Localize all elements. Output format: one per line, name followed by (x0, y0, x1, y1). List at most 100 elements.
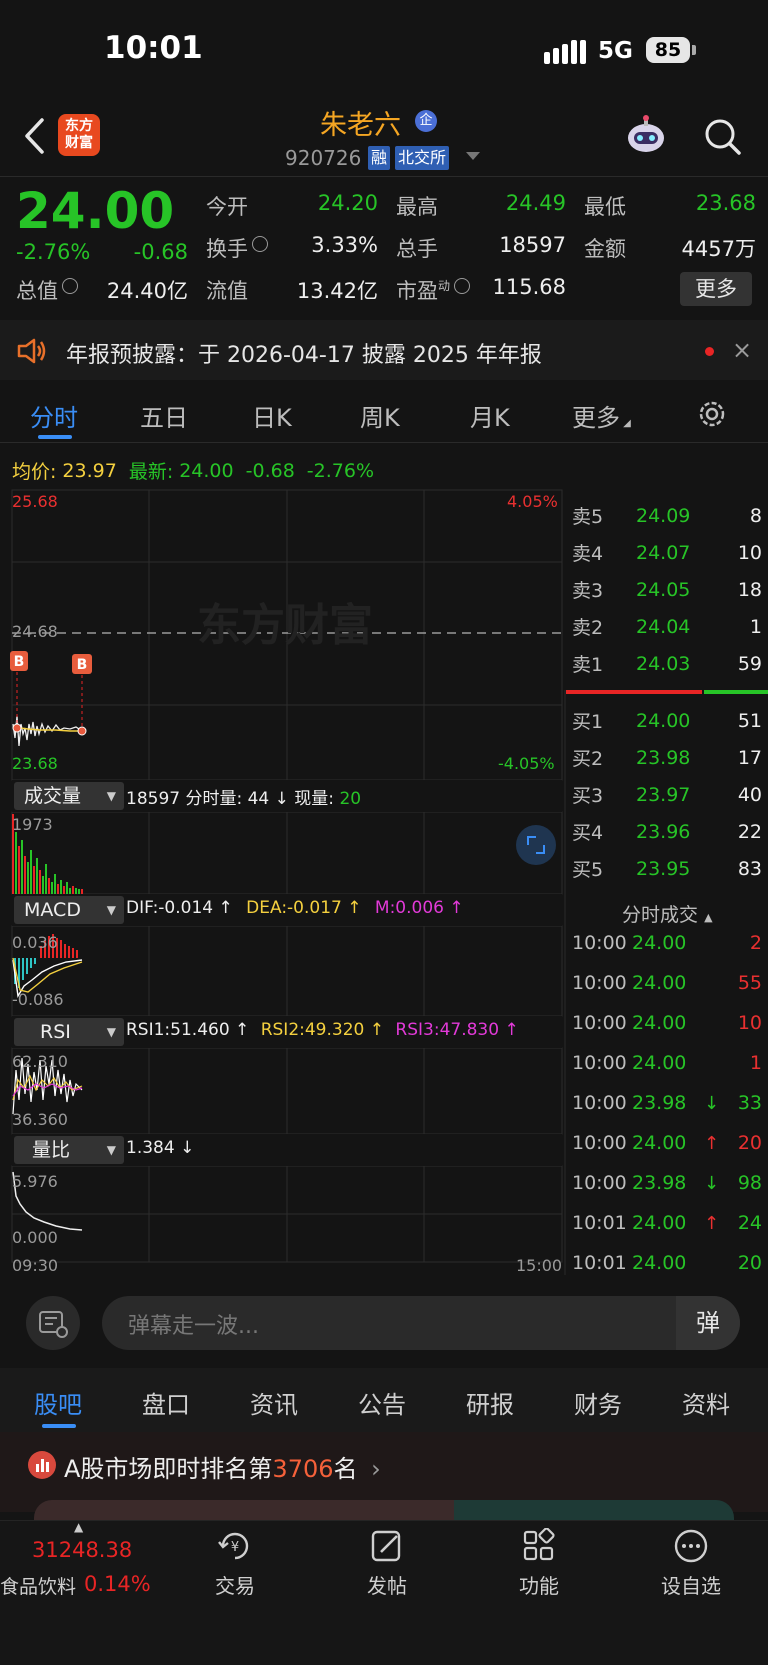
rsi-indicator-select[interactable]: RSI ▼ (14, 1018, 124, 1046)
bid-level-volume: 51 (737, 709, 762, 732)
tick-price: 24.00 (632, 1252, 687, 1274)
avg-label: 均价: (12, 461, 57, 483)
quote-stat-label: 换手 (206, 233, 268, 263)
fullscreen-icon[interactable] (516, 825, 556, 865)
now-volume: 20 (339, 789, 362, 809)
ask-level-row[interactable]: 卖2 24.04 1 (572, 613, 762, 640)
latest-label: 最新: (128, 461, 174, 483)
bid-level-row[interactable]: 买2 23.98 17 (572, 744, 762, 771)
nav-trade[interactable]: ¥ 交易 (190, 1528, 280, 1599)
tick-row: 10:01 24.00 20 (572, 1252, 762, 1274)
ratio-select-label: 量比 (32, 1139, 71, 1161)
nav-watchlist[interactable]: 设自选 (646, 1528, 736, 1599)
tab-finance[interactable]: 财务 (574, 1385, 622, 1420)
more-dots-icon (674, 1529, 708, 1563)
tab-monthly-k[interactable]: 月K (470, 398, 510, 433)
caret-down-icon: ▼ (106, 1143, 116, 1157)
quote-stat-value: 18597 (499, 233, 566, 257)
tick-price: 24.00 (632, 1052, 687, 1074)
latest-pct: -2.76% (306, 459, 375, 482)
tab-profile[interactable]: 资料 (682, 1385, 730, 1420)
app-logo[interactable]: 东方 财富 (58, 114, 100, 156)
nav-functions[interactable]: 功能 (494, 1528, 584, 1599)
quote-stat-value: 13.42亿 (296, 279, 378, 303)
buy-point-dot (12, 723, 22, 733)
sector-index-name[interactable]: 食品饮料 (0, 1572, 76, 1599)
tick-price: 23.98 (632, 1092, 687, 1114)
search-icon[interactable] (702, 116, 742, 156)
ticks-title[interactable]: 分时成交 ▲ (622, 900, 713, 927)
buy-point-dot (77, 726, 87, 736)
sector-index-value[interactable]: 31248.38 (32, 1538, 132, 1562)
caret-down-icon: ▼ (106, 789, 116, 803)
ask-level-row[interactable]: 卖5 24.09 8 (572, 502, 762, 529)
tab-research[interactable]: 研报 (466, 1385, 514, 1420)
tick-time: 10:01 (572, 1212, 627, 1234)
danmu-send-button[interactable]: 弹 (676, 1296, 740, 1350)
sector-index-pct[interactable]: 0.14% (84, 1572, 151, 1596)
tab-daily-k[interactable]: 日K (252, 398, 292, 433)
more-quote-button[interactable]: 更多 (680, 272, 752, 306)
volume-axis-max: 1973 (12, 815, 53, 834)
ask-level-label: 卖2 (572, 617, 604, 639)
close-icon[interactable]: × (732, 336, 752, 364)
tab-news[interactable]: 资讯 (250, 1385, 298, 1420)
header-divider (0, 176, 768, 177)
time-axis-start: 09:30 (12, 1256, 59, 1275)
bid-level-row[interactable]: 买3 23.97 40 (572, 781, 762, 808)
ask-level-label: 卖4 (572, 543, 604, 565)
info-icon[interactable] (62, 278, 78, 294)
enterprise-badge: 企 (415, 110, 437, 132)
logo-line-1: 东方 (65, 118, 93, 134)
info-icon[interactable] (252, 236, 268, 252)
back-arrow-icon[interactable] (22, 116, 48, 156)
speaker-icon (17, 338, 46, 364)
bid-level-row[interactable]: 买1 24.00 51 (572, 707, 762, 734)
robot-assistant-icon[interactable] (624, 114, 668, 158)
tick-price: 24.00 (632, 1212, 687, 1234)
ask-level-row[interactable]: 卖3 24.05 18 (572, 576, 762, 603)
gear-icon[interactable] (696, 398, 728, 430)
status-time: 10:01 (104, 30, 203, 66)
ratio-indicator-select[interactable]: 量比 ▼ (14, 1136, 124, 1164)
bid-level-row[interactable]: 买5 23.95 83 (572, 855, 762, 882)
tab-weekly-k[interactable]: 周K (360, 398, 400, 433)
quote-stat-value: 115.68 (492, 275, 566, 299)
margin-tag: 融 (368, 146, 391, 170)
tab-five-day[interactable]: 五日 (140, 398, 188, 433)
volume-indicator-select[interactable]: 成交量 ▼ (14, 782, 124, 810)
danmu-settings-button[interactable] (26, 1296, 80, 1350)
tab-intraday[interactable]: 分时 (30, 398, 78, 433)
grid-icon (523, 1528, 555, 1561)
tick-direction: ↓ (704, 1172, 720, 1194)
tick-direction: ↓ (704, 1092, 720, 1114)
battery-tip (692, 45, 696, 55)
caret-up-icon[interactable]: ▲ (74, 1520, 83, 1534)
signal-icon (544, 40, 586, 64)
nav-post[interactable]: 发帖 (342, 1528, 432, 1599)
bid-level-price: 23.98 (636, 746, 691, 769)
ask-level-row[interactable]: 卖4 24.07 10 (572, 539, 762, 566)
macd-indicator-select[interactable]: MACD ▼ (14, 896, 124, 924)
ask-level-label: 卖3 (572, 580, 604, 602)
tab-more[interactable]: 更多 ◢ (572, 398, 631, 433)
tab-pankou[interactable]: 盘口 (142, 1385, 190, 1420)
quote-stat-label-text: 流值 (206, 279, 248, 303)
chevron-down-icon[interactable] (466, 152, 480, 162)
tick-time: 10:00 (572, 972, 627, 994)
tab-guba[interactable]: 股吧 (34, 1385, 82, 1420)
notice-text: 年报预披露：于 2026-04-17 披露 2025 年年报 (66, 343, 542, 368)
bid-level-row[interactable]: 买4 23.96 22 (572, 818, 762, 845)
bid-level-volume: 22 (737, 820, 762, 843)
ask-level-row[interactable]: 卖1 24.03 59 (572, 650, 762, 677)
quote-stat-label: 最高 (396, 191, 438, 221)
tick-direction: ↑ (704, 1132, 720, 1154)
bid-level-label: 买5 (572, 859, 604, 881)
avg-value: 23.97 (62, 459, 117, 482)
tab-announcements[interactable]: 公告 (358, 1385, 406, 1420)
macd-m: M:0.006 ↑ (374, 898, 464, 918)
stock-name[interactable]: 朱老六 (320, 103, 401, 142)
ask-level-price: 24.05 (636, 578, 691, 601)
rsi-panel-header: RSI ▼ RSI1:51.460 ↑ RSI2:49.320 ↑ RSI3:47… (12, 1016, 562, 1048)
total-value-label-text: 总值 (16, 279, 58, 303)
